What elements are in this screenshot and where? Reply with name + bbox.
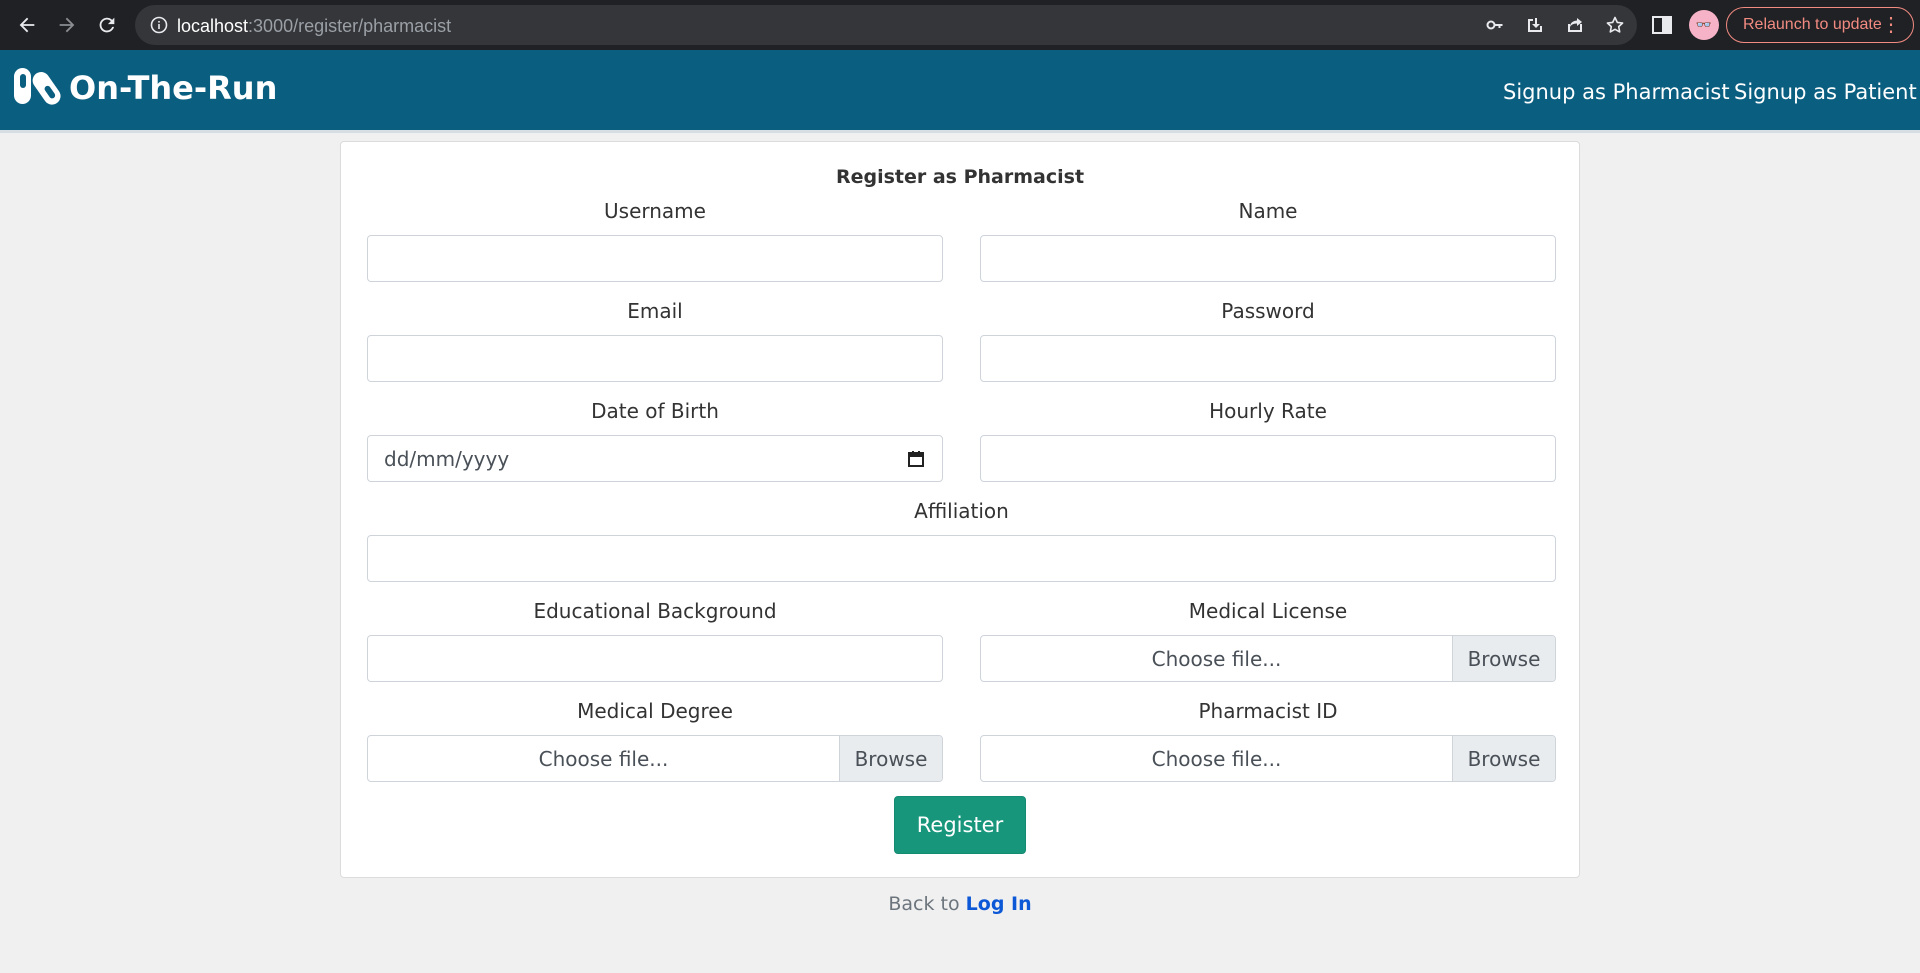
pill-logo-icon[interactable] bbox=[12, 66, 62, 106]
share-icon[interactable] bbox=[1565, 15, 1585, 35]
hourly-rate-label: Hourly Rate bbox=[1209, 399, 1327, 423]
browse-button[interactable]: Browse bbox=[1452, 736, 1555, 781]
url-text: localhost:3000/register/pharmacist bbox=[177, 16, 451, 37]
star-icon[interactable] bbox=[1605, 15, 1625, 35]
email-label: Email bbox=[627, 299, 683, 323]
dob-placeholder: dd/mm/yyyy bbox=[384, 446, 510, 471]
username-label: Username bbox=[604, 199, 706, 223]
form-title: Register as Pharmacist bbox=[835, 166, 1085, 188]
sidebar-icon[interactable] bbox=[1651, 14, 1673, 36]
pharmacist-id-file[interactable]: Choose file... Browse bbox=[980, 735, 1556, 782]
username-input[interactable] bbox=[367, 235, 943, 282]
address-bar[interactable]: localhost:3000/register/pharmacist bbox=[135, 5, 1637, 45]
password-input[interactable] bbox=[980, 335, 1556, 382]
affiliation-label: Affiliation bbox=[914, 499, 1009, 523]
forward-arrow-icon[interactable] bbox=[52, 10, 82, 40]
name-input[interactable] bbox=[980, 235, 1556, 282]
calendar-icon[interactable] bbox=[906, 449, 926, 469]
education-input[interactable] bbox=[367, 635, 943, 682]
file-placeholder[interactable]: Choose file... bbox=[981, 736, 1452, 781]
relaunch-label: Relaunch to update bbox=[1743, 16, 1882, 33]
login-link[interactable]: Log In bbox=[966, 893, 1032, 915]
relaunch-button[interactable]: Relaunch to update ⋮ bbox=[1726, 7, 1914, 43]
back-to-login: Back to Log In bbox=[0, 893, 1920, 915]
url-host: localhost bbox=[177, 16, 249, 36]
back-arrow-icon[interactable] bbox=[12, 10, 42, 40]
dob-label: Date of Birth bbox=[591, 399, 719, 423]
education-label: Educational Background bbox=[533, 599, 777, 623]
browse-button[interactable]: Browse bbox=[1452, 636, 1555, 681]
info-icon[interactable] bbox=[149, 15, 169, 35]
medical-license-label: Medical License bbox=[1188, 599, 1348, 623]
register-button[interactable]: Register bbox=[894, 796, 1026, 854]
medical-degree-label: Medical Degree bbox=[577, 699, 733, 723]
key-icon[interactable] bbox=[1485, 15, 1505, 35]
signup-pharmacist-link[interactable]: Signup as Pharmacist bbox=[1503, 80, 1730, 104]
app-header: On-The-Run Signup as Pharmacist Signup a… bbox=[0, 50, 1920, 133]
brand-name[interactable]: On-The-Run bbox=[69, 69, 277, 107]
browser-toolbar: localhost:3000/register/pharmacist 👓 Rel… bbox=[0, 0, 1920, 50]
more-menu-icon[interactable]: ⋮ bbox=[1881, 15, 1901, 35]
email-input[interactable] bbox=[367, 335, 943, 382]
file-placeholder[interactable]: Choose file... bbox=[981, 636, 1452, 681]
browse-button[interactable]: Browse bbox=[839, 736, 942, 781]
pharmacist-id-label: Pharmacist ID bbox=[1198, 699, 1338, 723]
profile-avatar[interactable]: 👓 bbox=[1689, 10, 1719, 40]
medical-license-file[interactable]: Choose file... Browse bbox=[980, 635, 1556, 682]
password-label: Password bbox=[1221, 299, 1315, 323]
dob-input[interactable]: dd/mm/yyyy bbox=[367, 435, 943, 482]
reload-icon[interactable] bbox=[92, 10, 122, 40]
register-card: Register as Pharmacist Username Name Ema… bbox=[340, 141, 1580, 878]
url-path: :3000/register/pharmacist bbox=[248, 16, 452, 36]
signup-patient-link[interactable]: Signup as Patient bbox=[1734, 80, 1917, 104]
name-label: Name bbox=[1238, 199, 1298, 223]
back-text: Back to bbox=[888, 893, 960, 915]
file-placeholder[interactable]: Choose file... bbox=[368, 736, 839, 781]
hourly-rate-input[interactable] bbox=[980, 435, 1556, 482]
affiliation-input[interactable] bbox=[367, 535, 1556, 582]
medical-degree-file[interactable]: Choose file... Browse bbox=[367, 735, 943, 782]
install-icon[interactable] bbox=[1525, 15, 1545, 35]
